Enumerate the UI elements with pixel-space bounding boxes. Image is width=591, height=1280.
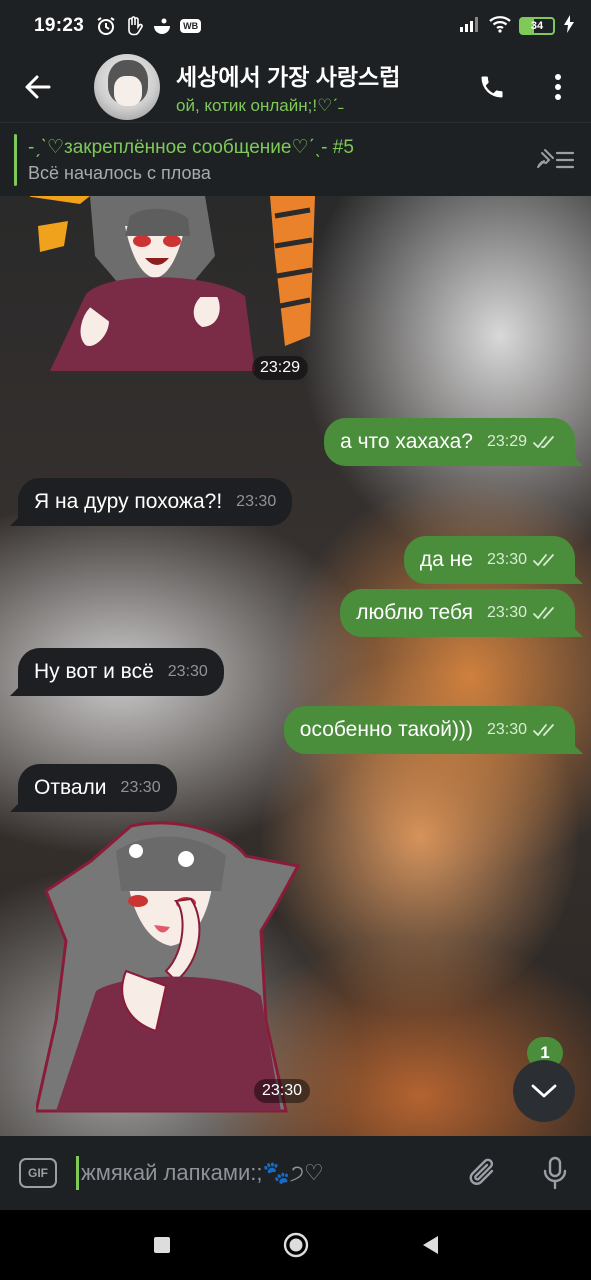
message-text: Отвали [34, 776, 107, 799]
pinned-preview: Всё началось с плова [28, 162, 211, 183]
wifi-icon [489, 15, 511, 38]
chat-title: 세상에서 가장 사랑스럽 [176, 64, 401, 90]
pinned-message-bar[interactable]: -ˏˋ♡закреплённое сообщение♡ˊˎ- #5 Всё на… [0, 122, 591, 196]
chat-status: ой, котик онлайн;!♡ˊ˗ [176, 96, 344, 115]
square-icon [153, 1237, 170, 1253]
chat-title-block[interactable]: 세상에서 가장 사랑스럽 ой, котик онлайн;!♡ˊ˗ [176, 58, 446, 116]
sticker-time: 23:29 [252, 356, 309, 380]
arrow-left-icon [25, 75, 51, 99]
message-bubble-incoming[interactable]: Ну вот и всё 23:30 [18, 648, 224, 696]
home-button[interactable] [274, 1223, 318, 1267]
pinned-indicator [14, 133, 17, 186]
message-bubble-outgoing[interactable]: да не 23:30 [403, 536, 575, 584]
pinned-list-button[interactable] [519, 123, 591, 197]
charging-icon [563, 14, 575, 38]
pinned-title: -ˏˋ♡закреплённое сообщение♡ˊˎ- #5 [28, 136, 354, 158]
message-meta: 23:30 [487, 721, 559, 739]
catgirl-sticker-image [34, 821, 301, 1113]
paperclip-icon [469, 1158, 494, 1185]
wb-icon: WB [180, 19, 202, 33]
message-time: 23:30 [486, 604, 527, 621]
attach-button[interactable] [447, 1136, 519, 1210]
status-icons-right: 34 [459, 14, 575, 38]
message-text: а что хахаха? [340, 430, 473, 453]
message-bubble-outgoing[interactable]: люблю тебя 23:30 [340, 589, 575, 637]
message-time: 23:30 [486, 551, 527, 568]
message-meta: 23:30 [487, 604, 559, 622]
avatar[interactable] [94, 54, 160, 120]
message-meta: 23:29 [487, 433, 559, 451]
more-menu-button[interactable] [525, 52, 591, 122]
chat-area[interactable]: 23:29 а что хахаха? 23:29 Я на дуру похо… [0, 196, 591, 1136]
more-vert-icon [555, 74, 561, 100]
status-time: 19:23 [34, 15, 85, 36]
message-text: Я на дуру похожа?! [34, 490, 223, 513]
read-ticks-icon [533, 607, 554, 620]
message-input[interactable] [79, 1160, 379, 1186]
pinned-text: -ˏˋ♡закреплённое сообщение♡ˊˎ- #5 Всё на… [28, 136, 354, 184]
bowl-icon [152, 16, 172, 36]
message-meta: 23:30 [487, 551, 559, 569]
message-time: 23:30 [167, 663, 208, 680]
phone-icon [481, 76, 503, 98]
triangle-back-icon [422, 1236, 438, 1254]
microphone-icon [543, 1156, 567, 1190]
catgirl-sticker-image [25, 196, 315, 371]
read-ticks-icon [533, 724, 554, 737]
back-button[interactable] [0, 52, 76, 122]
read-ticks-icon [533, 554, 554, 567]
message-time: 23:30 [120, 779, 161, 796]
sticker-angry-catgirl[interactable]: 23:29 [25, 196, 320, 380]
alarm-icon [96, 16, 116, 36]
message-composer: GIF [0, 1136, 591, 1210]
message-time: 23:30 [486, 721, 527, 738]
status-icons-left: WB [96, 16, 202, 36]
message-text: да не [419, 548, 473, 571]
message-text: Ну вот и всё [34, 660, 154, 683]
message-time: 23:29 [486, 433, 527, 450]
battery-icon: 34 [519, 17, 555, 35]
recents-button[interactable] [140, 1223, 184, 1267]
status-bar: 19:23 WB 34 [0, 0, 591, 52]
message-bubble-outgoing[interactable]: а что хахаха? 23:29 [324, 418, 575, 466]
input-wrap [76, 1136, 447, 1210]
back-nav-button[interactable] [408, 1223, 452, 1267]
signal-icon [459, 16, 481, 37]
chat-header: 세상에서 가장 사랑스럽 ой, котик онлайн;!♡ˊ˗ [0, 52, 591, 122]
message-text: особенно такой))) [299, 718, 473, 741]
scroll-to-bottom-button[interactable] [513, 1060, 575, 1122]
message-bubble-incoming[interactable]: Отвали 23:30 [18, 764, 177, 812]
sticker-tongue-catgirl[interactable]: 23:30 [34, 821, 326, 1116]
message-meta: 23:30 [121, 779, 161, 797]
message-meta: 23:30 [236, 493, 276, 511]
message-bubble-incoming[interactable]: Я на дуру похожа?! 23:30 [18, 478, 293, 526]
message-meta: 23:30 [168, 663, 208, 681]
message-time: 23:30 [236, 493, 277, 510]
message-bubble-outgoing[interactable]: особенно такой))) 23:30 [283, 706, 575, 754]
read-ticks-icon [533, 436, 554, 449]
hand-icon [124, 16, 144, 36]
voice-message-button[interactable] [519, 1136, 591, 1210]
message-text: люблю тебя [356, 601, 473, 624]
gif-icon: GIF [19, 1158, 57, 1188]
chevron-down-icon [531, 1084, 557, 1098]
system-nav-bar [0, 1210, 591, 1280]
call-button[interactable] [459, 52, 525, 122]
battery-level: 34 [530, 20, 544, 32]
circle-icon [283, 1232, 308, 1258]
gif-button[interactable]: GIF [0, 1136, 76, 1210]
header-actions [459, 52, 591, 122]
pin-list-icon [537, 148, 575, 168]
sticker-time: 23:30 [254, 1079, 311, 1103]
